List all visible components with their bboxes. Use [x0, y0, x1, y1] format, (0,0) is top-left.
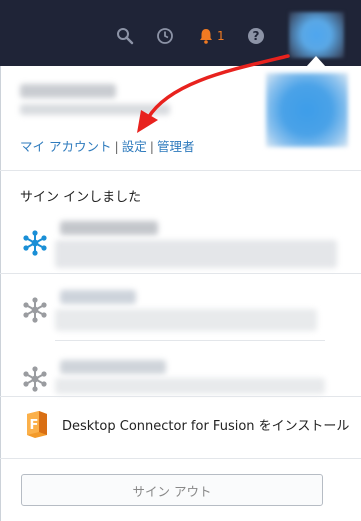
divider	[0, 458, 361, 459]
clock-icon[interactable]	[156, 27, 174, 45]
user-avatar-button[interactable]	[289, 12, 344, 58]
signed-in-heading: サイン インしました	[20, 190, 142, 205]
hub-icon[interactable]	[22, 230, 48, 256]
help-icon[interactable]: ?	[247, 27, 265, 45]
svg-text:F: F	[30, 418, 39, 433]
install-connector-link[interactable]: Desktop Connector for Fusion をインストール	[62, 415, 349, 434]
sign-out-button[interactable]: サイン アウト	[21, 474, 323, 506]
divider	[55, 340, 325, 341]
link-separator: |	[114, 139, 119, 154]
hub-icon[interactable]	[22, 297, 48, 323]
bell-icon[interactable]	[197, 27, 215, 45]
hub-detail-redacted	[55, 309, 317, 331]
hub-icon[interactable]	[22, 366, 48, 392]
account-name-redacted	[20, 84, 116, 98]
divider	[0, 170, 361, 171]
fusion-icon[interactable]: F	[24, 410, 50, 439]
my-account-link[interactable]: マイ アカウント	[20, 139, 111, 154]
hub-name-redacted[interactable]	[60, 360, 166, 374]
account-email-redacted	[20, 104, 170, 115]
hub-detail-redacted	[55, 378, 325, 394]
settings-link[interactable]: 設定	[122, 139, 147, 154]
account-links: マイ アカウント | 設定 | 管理者	[20, 136, 194, 155]
hub-name-redacted[interactable]	[60, 221, 158, 235]
hub-name-redacted[interactable]	[60, 290, 136, 304]
account-avatar	[266, 73, 348, 147]
link-separator: |	[149, 139, 154, 154]
search-icon[interactable]	[116, 27, 134, 45]
admin-link[interactable]: 管理者	[157, 139, 195, 154]
divider	[0, 396, 361, 397]
hub-detail-redacted	[55, 240, 337, 268]
dropdown-caret	[306, 56, 326, 67]
notification-count[interactable]: 1	[217, 29, 225, 43]
divider	[0, 273, 361, 274]
svg-text:?: ?	[253, 29, 260, 43]
